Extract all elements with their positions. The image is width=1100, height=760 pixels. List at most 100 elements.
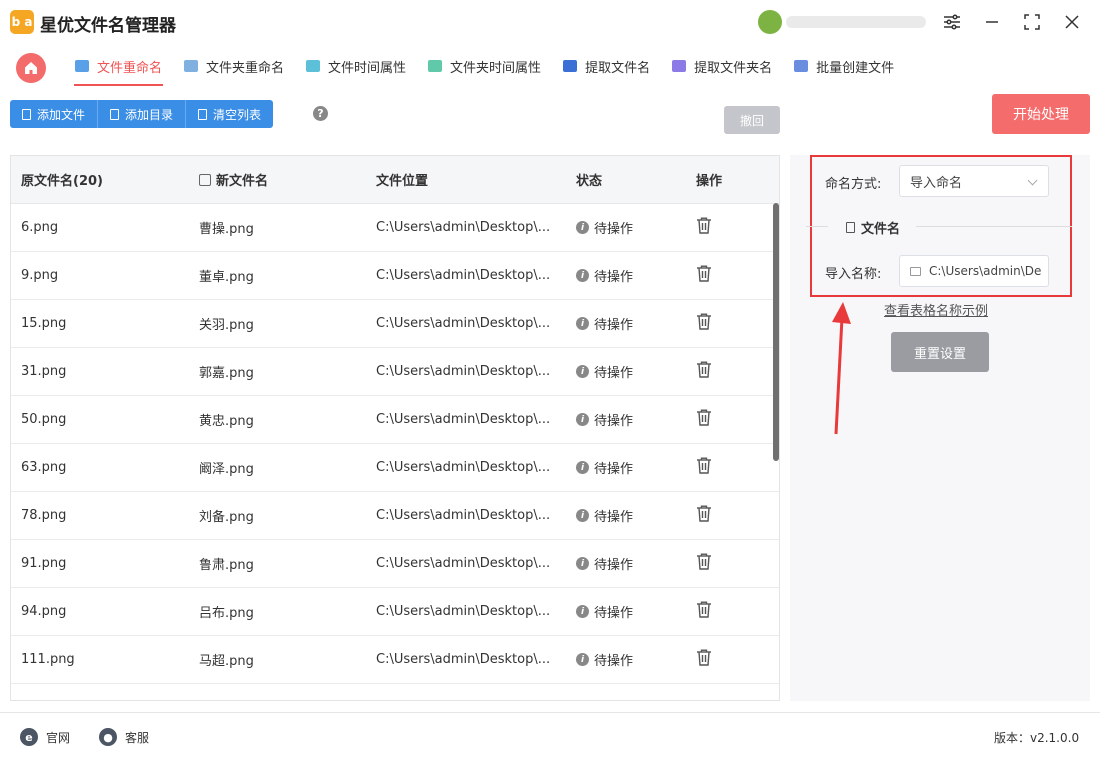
user-avatar[interactable] (758, 10, 782, 34)
tab-file-rename[interactable]: 文件重命名 (64, 48, 173, 86)
clear-list-button[interactable]: 清空列表 (186, 100, 274, 128)
original-name-cell: 15.png (21, 316, 67, 331)
header-original-name[interactable]: 原文件名(20) (11, 170, 189, 189)
location-cell: C:\Users\admin\Desktop\... (376, 316, 551, 331)
status-label: 待操作 (594, 654, 634, 669)
action-cell (687, 409, 767, 430)
support-label: 客服 (125, 730, 150, 745)
new-name-cell: 马超.png (199, 654, 254, 669)
clear-list-label: 清空列表 (213, 107, 262, 122)
location-cell: C:\Users\admin\Desktop\... (376, 652, 551, 667)
delete-trash-icon[interactable] (696, 601, 712, 622)
home-icon (25, 62, 37, 74)
start-processing-button[interactable]: 开始处理 (992, 94, 1090, 134)
table-row[interactable]: 50.png 黄忠.png C:\Users\admin\Desktop\... i 待… (11, 396, 779, 444)
table-row[interactable]: 6.png 曹操.png C:\Users\admin\Desktop\... i 待操… (11, 204, 779, 252)
import-name-input[interactable]: C:\Users\admin\De (899, 255, 1049, 287)
tab-folder-time[interactable]: 文件夹时间属性 (417, 48, 552, 84)
naming-method-value: 导入命名 (910, 175, 963, 191)
naming-method-select[interactable]: 导入命名 (899, 165, 1049, 197)
status-cell: i 待操作 (567, 218, 687, 237)
version-text: 版本：v2.1.0.0 (994, 731, 1080, 745)
delete-trash-icon[interactable] (696, 313, 712, 334)
table-row[interactable]: 15.png 关羽.png C:\Users\admin\Desktop\... i 待… (11, 300, 779, 348)
delete-trash-icon[interactable] (696, 409, 712, 430)
table-row[interactable]: 31.png 郭嘉.png C:\Users\admin\Desktop\... i 待… (11, 348, 779, 396)
info-icon: i (576, 509, 589, 522)
status-label: 待操作 (594, 318, 634, 333)
footer: e 官网 ● 客服 版本：v2.1.0.0 (0, 712, 1100, 760)
header-action: 操作 (696, 174, 723, 189)
status-label: 待操作 (594, 366, 634, 381)
delete-trash-icon[interactable] (696, 553, 712, 574)
home-button[interactable] (16, 53, 46, 83)
new-name-cell: 阚泽.png (199, 462, 254, 477)
table-body: 6.png 曹操.png C:\Users\admin\Desktop\... i 待操… (11, 204, 779, 684)
original-name-cell: 50.png (21, 412, 67, 427)
header-status[interactable]: 状态 (567, 170, 687, 189)
tab-batch-create[interactable]: 批量创建文件 (783, 48, 905, 84)
settings-sliders-icon[interactable] (940, 10, 964, 34)
info-icon: i (576, 365, 589, 378)
delete-trash-icon[interactable] (696, 457, 712, 478)
minimize-icon[interactable] (980, 10, 1004, 34)
close-icon[interactable] (1060, 10, 1084, 34)
header-location[interactable]: 文件位置 (367, 170, 567, 189)
delete-trash-icon[interactable] (696, 361, 712, 382)
file-rename-icon (75, 60, 89, 72)
table-scrollbar[interactable] (773, 203, 779, 461)
add-file-button[interactable]: 添加文件 (10, 100, 99, 128)
add-directory-label: 添加目录 (125, 107, 174, 122)
delete-trash-icon[interactable] (696, 217, 712, 238)
info-icon: i (576, 653, 589, 666)
new-name-cell: 刘备.png (199, 510, 254, 525)
table-row[interactable]: 9.png 董卓.png C:\Users\admin\Desktop\... i 待操… (11, 252, 779, 300)
status-label: 待操作 (594, 222, 634, 237)
location-cell: C:\Users\admin\Desktop\... (376, 412, 551, 427)
extract-foldername-icon (672, 60, 687, 72)
tab-label: 文件夹时间属性 (450, 60, 542, 76)
table-row[interactable]: 63.png 阚泽.png C:\Users\admin\Desktop\... i 待… (11, 444, 779, 492)
delete-trash-icon[interactable] (696, 505, 712, 526)
user-name-redacted (786, 16, 926, 28)
new-name-cell: 黄忠.png (199, 414, 254, 429)
tab-label: 文件重命名 (97, 60, 163, 76)
edit-icon (199, 173, 211, 186)
reset-settings-button[interactable]: 重置设置 (891, 332, 989, 372)
maximize-icon[interactable] (1020, 10, 1044, 34)
add-directory-button[interactable]: 添加目录 (98, 100, 187, 128)
toolbar-button-group: 添加文件 添加目录 清空列表 (10, 100, 274, 128)
tab-folder-rename[interactable]: 文件夹重命名 (173, 48, 295, 84)
delete-trash-icon[interactable] (696, 265, 712, 286)
header-new-name[interactable]: 新文件名 (189, 170, 367, 189)
tab-extract-filename[interactable]: 提取文件名 (552, 48, 661, 84)
app-logo: b a (10, 10, 34, 34)
undo-button[interactable]: 撤回 (724, 106, 780, 134)
table-row[interactable]: 94.png 吕布.png C:\Users\admin\Desktop\... i 待… (11, 588, 779, 636)
info-icon: i (576, 269, 589, 282)
tab-extract-foldername[interactable]: 提取文件夹名 (661, 48, 783, 84)
table-row[interactable]: 111.png 马超.png C:\Users\admin\Desktop\... i… (11, 636, 779, 684)
naming-method-label: 命名方式: (825, 177, 882, 192)
action-cell (687, 553, 767, 574)
view-example-link[interactable]: 查看表格名称示例 (884, 300, 988, 319)
action-cell (687, 313, 767, 334)
section-divider (806, 226, 828, 227)
support-link[interactable]: ● 客服 (99, 728, 149, 746)
new-name-cell: 关羽.png (199, 318, 254, 333)
delete-trash-icon[interactable] (696, 649, 712, 670)
original-name-cell: 31.png (21, 364, 67, 379)
action-cell (687, 217, 767, 238)
table-row[interactable]: 91.png 鲁肃.png C:\Users\admin\Desktop\... i 待… (11, 540, 779, 588)
status-label: 待操作 (594, 558, 634, 573)
folder-rename-icon (184, 60, 199, 72)
section-divider (916, 226, 1072, 227)
help-icon[interactable]: ? (313, 106, 328, 121)
website-link[interactable]: e 官网 (20, 728, 70, 746)
action-cell (687, 601, 767, 622)
tab-file-time[interactable]: 文件时间属性 (295, 48, 417, 84)
status-cell: i 待操作 (567, 554, 687, 573)
tab-label: 批量创建文件 (816, 60, 895, 76)
table-row[interactable]: 78.png 刘备.png C:\Users\admin\Desktop\... i 待… (11, 492, 779, 540)
red-arrow-annotation (832, 302, 851, 435)
